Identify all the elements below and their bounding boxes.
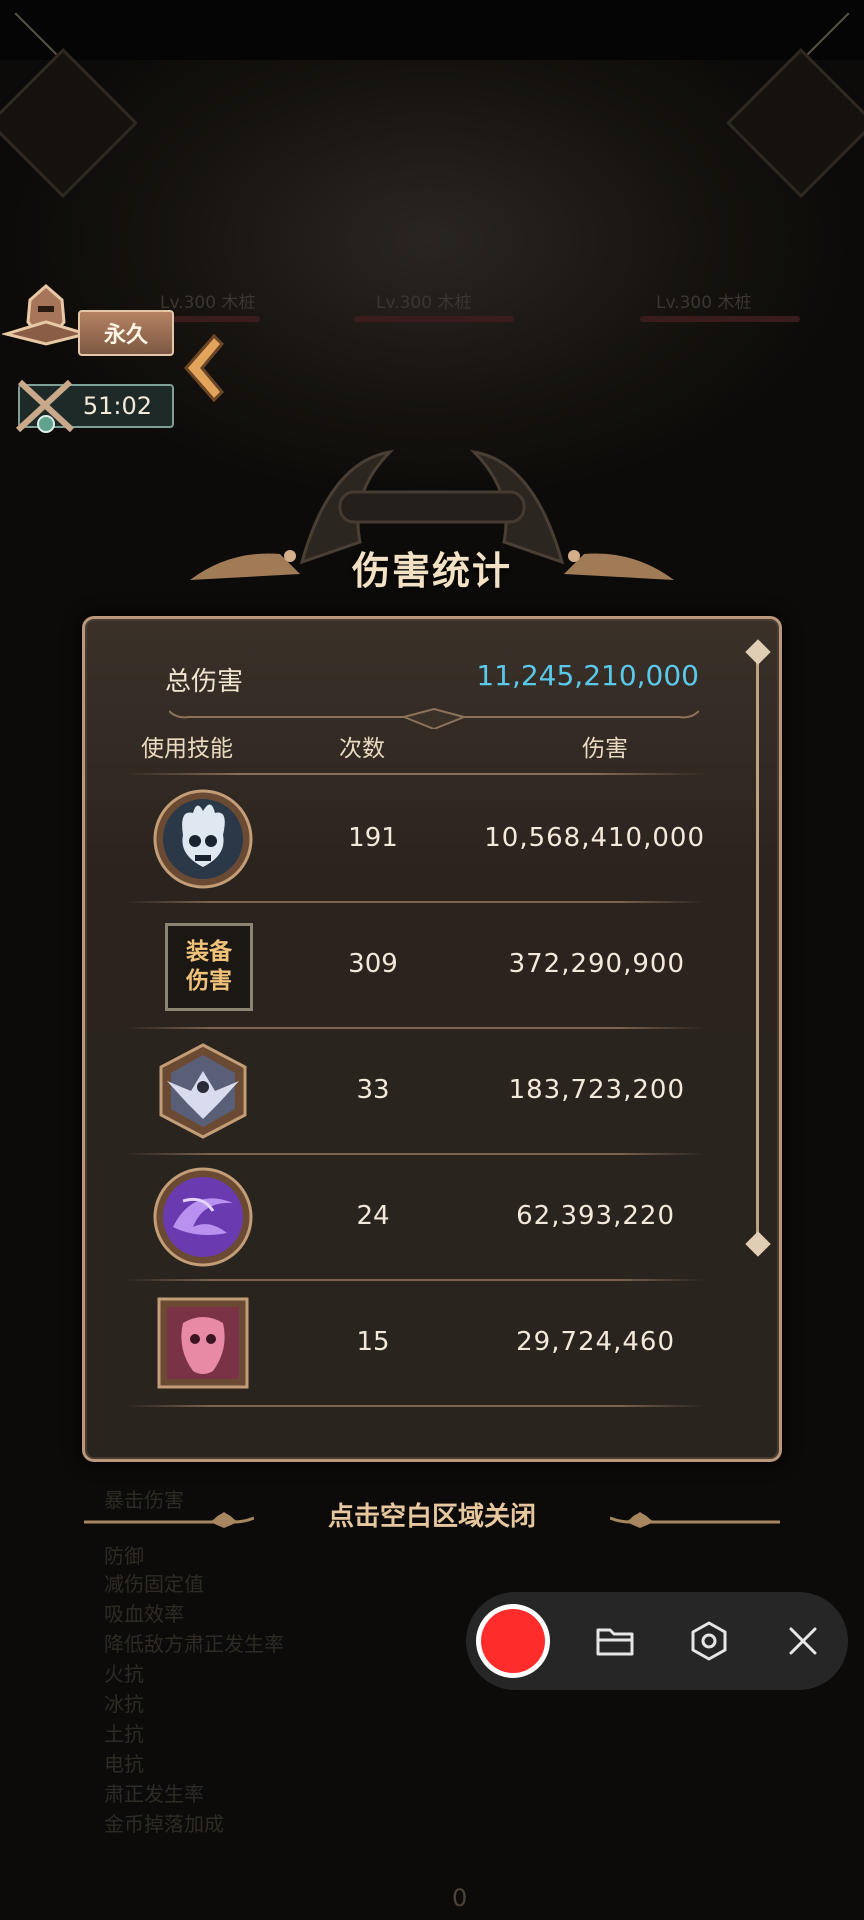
skill-row: 24 62,393,220 (105, 1155, 725, 1281)
damage-value: 62,393,220 (516, 1201, 675, 1231)
folder-icon[interactable] (594, 1620, 636, 1662)
use-count: 191 (348, 823, 398, 853)
scrollbar-thumb[interactable] (745, 1231, 771, 1257)
winged-creature-icon (159, 1043, 247, 1139)
hint-ornament-right (610, 1512, 780, 1528)
damage-value: 372,290,900 (508, 949, 685, 979)
damage-stats-panel: 总伤害 11,245,210,000 使用技能 次数 伤害 191 10,568… (82, 616, 782, 1462)
enemy-label: Lv.300 木桩 (376, 293, 472, 313)
helmet-icon (2, 284, 90, 346)
equipment-damage-tile: 装备 伤害 (165, 923, 253, 1011)
use-count: 15 (356, 1327, 390, 1357)
scrollbar[interactable] (756, 645, 759, 1237)
header-damage: 伤害 (582, 736, 628, 762)
scrollbar-top-cap (745, 639, 771, 665)
collapse-arrow-icon[interactable] (178, 332, 230, 404)
header-count: 次数 (339, 736, 385, 762)
enemy-hp-bar (640, 316, 800, 322)
skill-row: 33 183,723,200 (105, 1029, 725, 1155)
skill-row: 15 29,724,460 (105, 1281, 725, 1407)
purple-vortex-icon (153, 1167, 253, 1267)
close-icon[interactable] (782, 1620, 824, 1662)
header-divider (125, 773, 705, 775)
skill-row: 191 10,568,410,000 (105, 777, 725, 903)
total-damage-label: 总伤害 (165, 667, 244, 697)
enemy-label: Lv.300 木桩 (656, 293, 752, 313)
top-bar (0, 0, 864, 60)
enemy-label: Lv.300 木桩 (160, 293, 256, 313)
equipment-tile-line2: 伤害 (186, 968, 232, 994)
equipment-tile-line1: 装备 (186, 939, 232, 965)
enemy-hp-bar (354, 316, 514, 322)
use-count: 33 (356, 1075, 390, 1105)
header-skill: 使用技能 (141, 736, 233, 762)
close-hint-row[interactable]: 点击空白区域关闭 (0, 1496, 864, 1536)
record-icon[interactable] (476, 1604, 550, 1678)
total-damage-value: 11,245,210,000 (476, 659, 699, 692)
damage-value: 183,723,200 (508, 1075, 685, 1105)
crossed-swords-icon (15, 379, 75, 433)
demon-face-icon (157, 1297, 249, 1389)
use-count: 309 (348, 949, 398, 979)
settings-icon[interactable] (688, 1620, 730, 1662)
divider-ornament (169, 707, 699, 729)
flaming-skull-icon (153, 789, 253, 889)
buff-duration-badge: 永久 (78, 310, 174, 356)
use-count: 24 (356, 1201, 390, 1231)
row-divider (125, 1405, 705, 1407)
panel-title: 伤害统计 (351, 549, 512, 593)
screen-recorder-bar (466, 1592, 848, 1690)
skill-row: 装备 伤害 309 372,290,900 (105, 903, 725, 1029)
damage-value: 10,568,410,000 (484, 823, 705, 853)
footer-digit: 0 (452, 1884, 468, 1912)
damage-value: 29,724,460 (516, 1327, 675, 1357)
